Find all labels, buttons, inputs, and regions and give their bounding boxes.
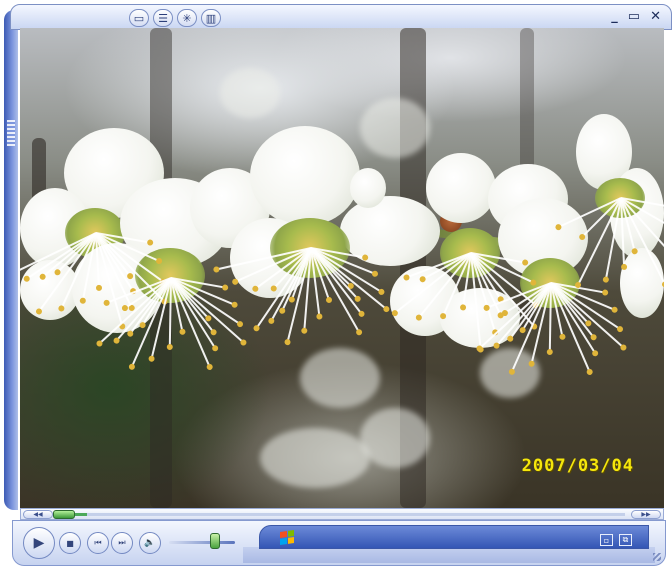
background-blossom <box>360 408 430 468</box>
stop-icon: ■ <box>66 538 74 548</box>
bars-icon: ▥ <box>205 11 217 25</box>
date-stamp: 2007/03/04 <box>521 456 634 476</box>
mute-button[interactable]: 🔈 <box>139 532 161 554</box>
previous-icon: ⏮ <box>94 538 102 547</box>
window-controls: _ ▭ ✕ <box>611 9 661 24</box>
background-blossom <box>260 428 370 488</box>
playlist-button[interactable]: ☰ <box>153 9 173 27</box>
fullscreen-icon[interactable]: ▫ <box>600 534 613 546</box>
seek-back-icon[interactable]: ◀◀ <box>23 510 53 519</box>
info-panel-lower <box>243 547 655 563</box>
windows-logo-icon <box>280 530 294 545</box>
seek-track[interactable] <box>59 513 625 516</box>
volume-track[interactable] <box>169 541 235 544</box>
background-blossom <box>360 98 430 158</box>
stop-button[interactable]: ■ <box>59 532 81 554</box>
petal <box>426 153 496 223</box>
background-blossom <box>300 348 380 408</box>
close-icon[interactable]: ✕ <box>650 9 661 24</box>
list-icon: ☰ <box>158 11 168 25</box>
title-bar[interactable]: ▭ ☰ ✳ ▥ _ ▭ ✕ <box>10 4 672 30</box>
folder-icon: ▭ <box>133 11 145 25</box>
play-button[interactable]: ▶ <box>23 527 55 559</box>
top-toolbar: ▭ ☰ ✳ ▥ <box>129 9 221 27</box>
media-player-window: ▭ ☰ ✳ ▥ _ ▭ ✕ 2007/03/04 ◀◀ ▶▶ ▶ ■ ⏮ ⏭ 🔈… <box>2 2 672 568</box>
info-panel: ▫ ⧉ <box>259 525 649 549</box>
minimize-icon[interactable]: _ <box>611 9 618 24</box>
transport-controls: ▶ ■ ⏮ ⏭ 🔈 ▫ ⧉ <box>12 520 666 566</box>
petal <box>620 248 664 318</box>
video-display[interactable]: 2007/03/04 <box>20 28 664 508</box>
petal <box>350 168 386 208</box>
speaker-icon: 🔈 <box>144 538 156 548</box>
maximize-icon[interactable]: ▭ <box>628 9 640 24</box>
volume-thumb[interactable] <box>210 533 220 549</box>
equalizer-button[interactable]: ▥ <box>201 9 221 27</box>
seek-thumb[interactable] <box>53 510 75 519</box>
library-button[interactable]: ▭ <box>129 9 149 27</box>
resize-grip-icon[interactable] <box>7 120 15 146</box>
petal <box>250 126 360 226</box>
visualization-button[interactable]: ✳ <box>177 9 197 27</box>
next-button[interactable]: ⏭ <box>111 532 133 554</box>
background-blossom <box>220 68 280 118</box>
next-icon: ⏭ <box>118 538 126 547</box>
previous-button[interactable]: ⏮ <box>87 532 109 554</box>
play-icon: ▶ <box>33 535 45 551</box>
seek-forward-icon[interactable]: ▶▶ <box>631 510 661 519</box>
resize-corner-icon[interactable] <box>653 553 661 561</box>
left-frame-rail <box>4 10 18 510</box>
burst-icon: ✳ <box>182 11 192 25</box>
skin-mode-icon[interactable]: ⧉ <box>619 534 632 546</box>
view-switch-group: ▫ ⧉ <box>600 534 632 546</box>
seek-bar[interactable]: ◀◀ ▶▶ <box>20 508 664 520</box>
